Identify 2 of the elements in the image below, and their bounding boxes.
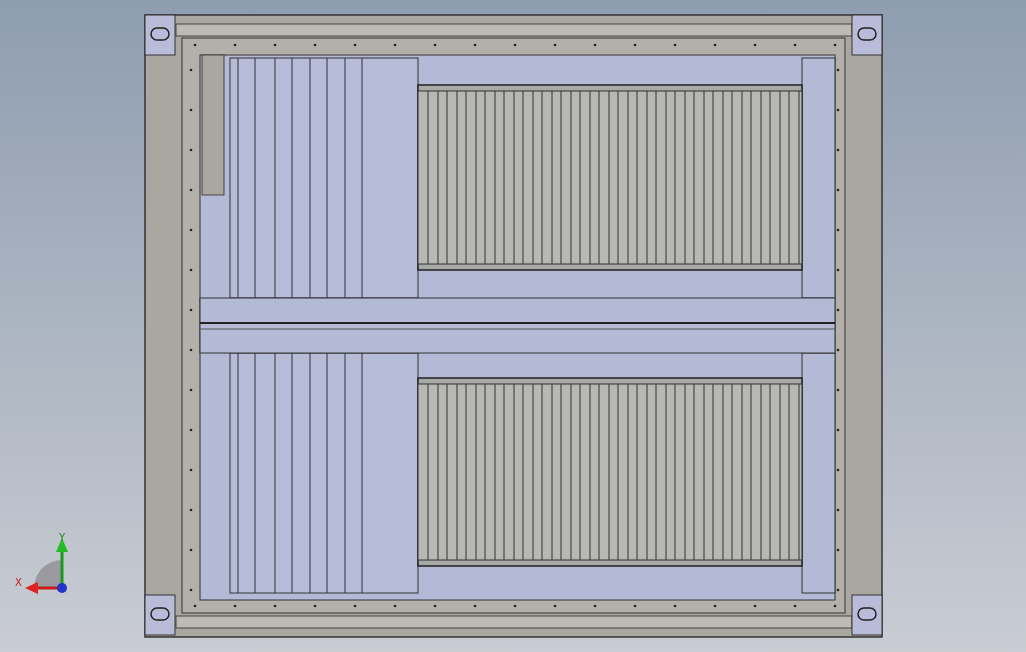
x-axis-label: X	[15, 577, 22, 588]
y-axis-label: Y	[59, 532, 66, 543]
